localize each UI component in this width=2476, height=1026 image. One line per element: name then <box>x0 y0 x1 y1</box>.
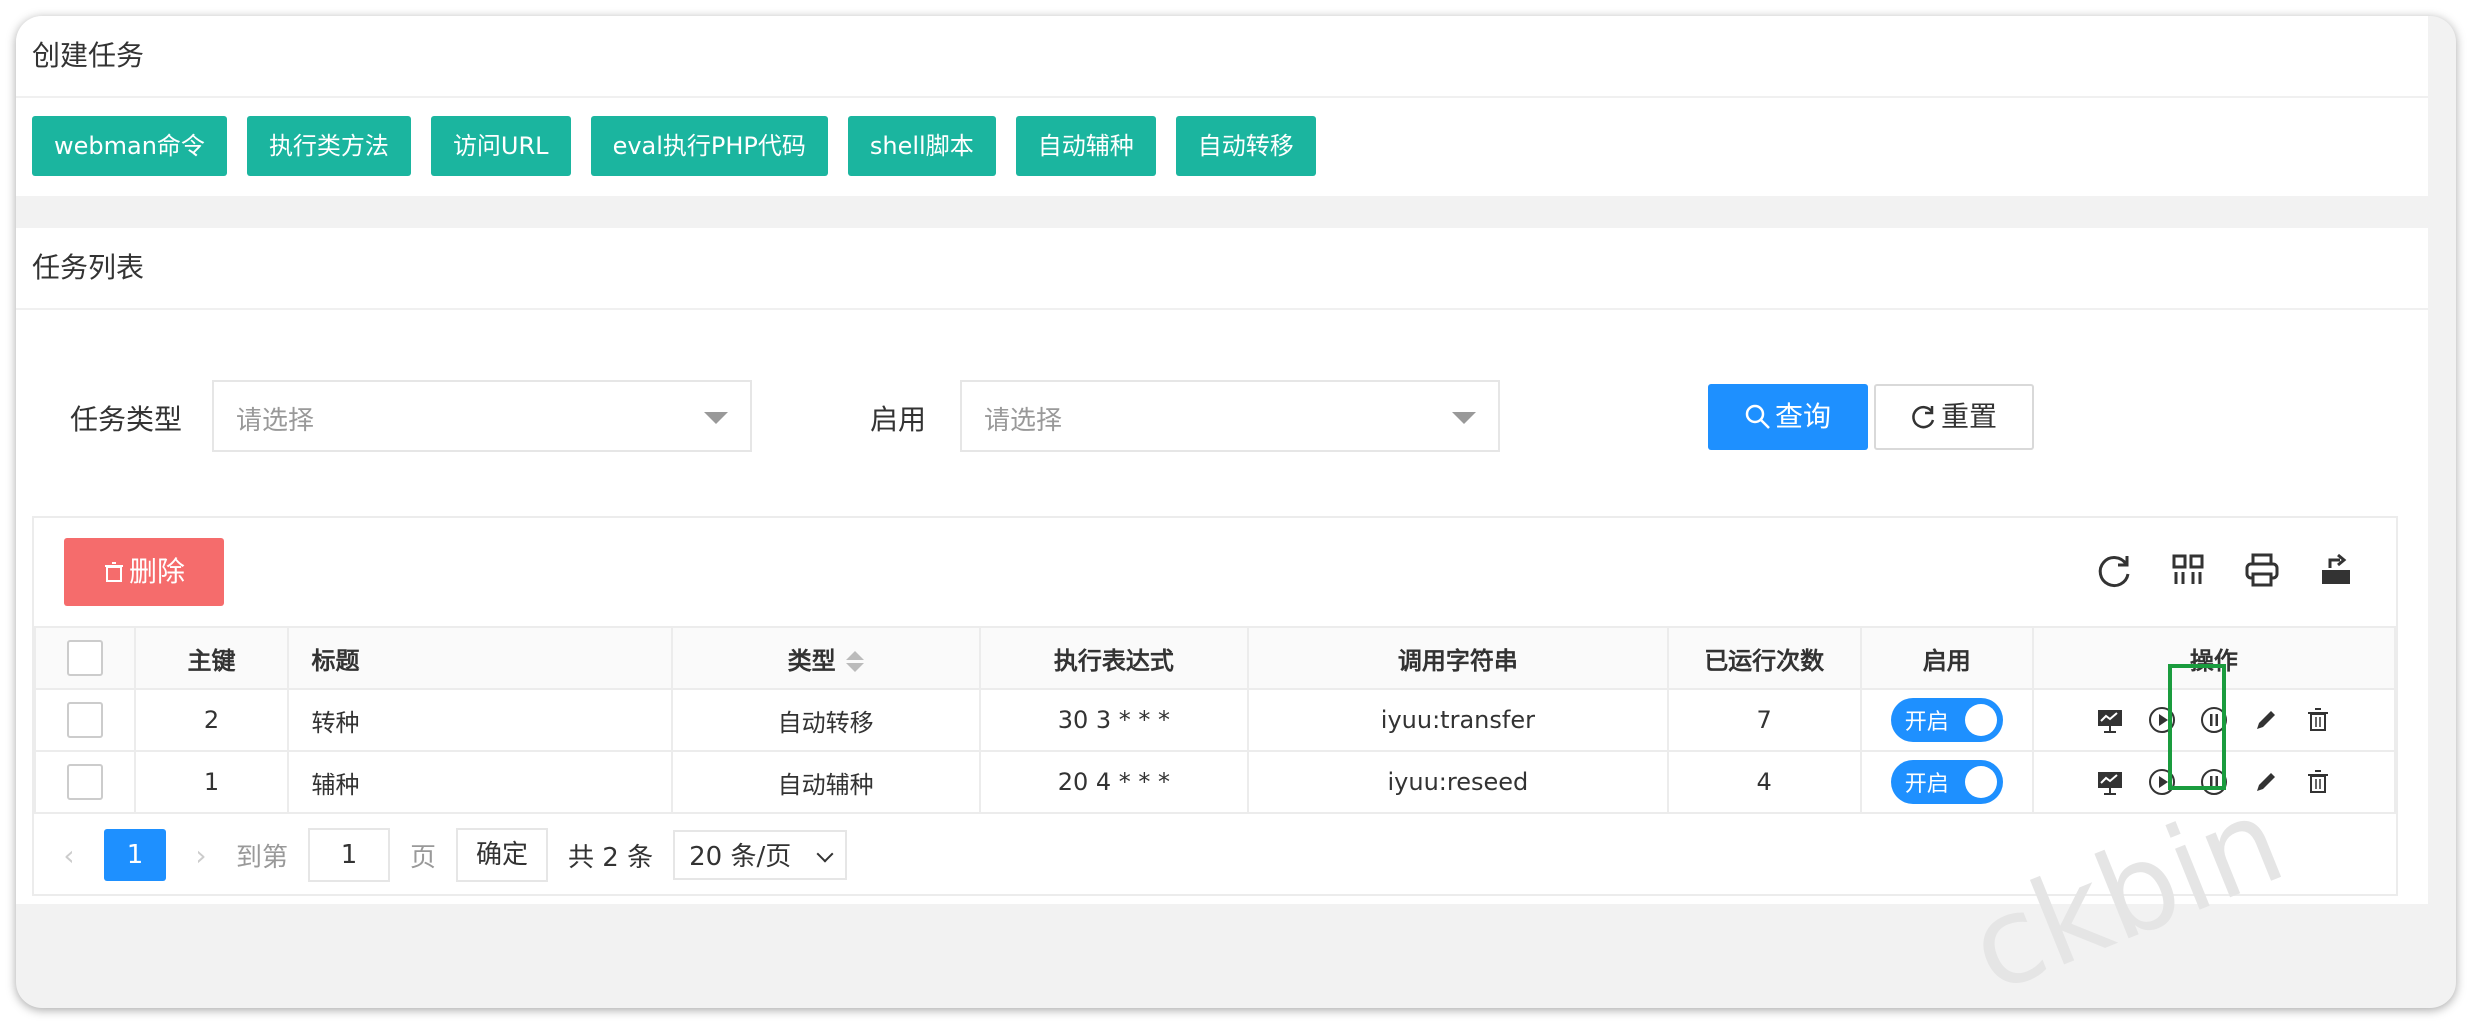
prev-page-icon[interactable]: ‹ <box>54 839 84 872</box>
row-call-string: iyuu:transfer <box>1247 688 1669 752</box>
page-label: 页 <box>410 842 437 873</box>
caret-down-icon <box>1452 412 1476 424</box>
refresh-icon[interactable] <box>2094 550 2134 590</box>
edit-icon[interactable] <box>2251 705 2281 735</box>
sort-icon[interactable] <box>845 651 864 672</box>
total-count: 共 2 条 <box>568 842 654 873</box>
row-run-count: 4 <box>1666 750 1862 814</box>
header-title: 标题 <box>287 626 673 690</box>
row-call-string: iyuu:reseed <box>1247 750 1669 814</box>
select-all-checkbox[interactable] <box>66 640 103 676</box>
row-type: 自动转移 <box>670 688 981 752</box>
task-type-label: 任务类型 <box>70 403 183 436</box>
task-type-placeholder: 请选择 <box>236 406 315 436</box>
table-toolbar <box>2094 550 2356 590</box>
switch-knob <box>1964 766 1997 798</box>
enable-select[interactable]: 请选择 <box>960 380 1500 452</box>
app-window: 创建任务 webman命令 执行类方法 访问URL eval执行PHP代码 sh… <box>16 16 2456 1008</box>
select-all-cell <box>34 626 136 690</box>
row-title: 辅种 <box>287 750 673 814</box>
export-icon[interactable] <box>2316 550 2356 590</box>
delete-icon[interactable] <box>2303 705 2333 735</box>
header-call-string: 调用字符串 <box>1247 626 1669 690</box>
page-size-select[interactable]: 20 条/页 <box>673 830 848 880</box>
monitor-icon[interactable] <box>2095 705 2125 735</box>
create-auto-transfer-button[interactable]: 自动转移 <box>1175 116 1316 176</box>
table-row: 2 转种 自动转移 30 3 * * * iyuu:transfer 7 开启 <box>34 688 2397 752</box>
reset-label: 重置 <box>1940 400 1997 433</box>
row-select-cell <box>34 688 136 752</box>
task-list-card: 任务列表 任务类型 请选择 启用 请选择 查询 重置 删除 主键 标题 类型 执… <box>16 228 2428 904</box>
delete-icon[interactable] <box>2303 767 2333 797</box>
switch-label: 开启 <box>1904 772 1949 797</box>
enabled-switch[interactable]: 开启 <box>1890 698 2003 742</box>
goto-confirm-button[interactable]: 确定 <box>456 828 549 882</box>
enabled-switch[interactable]: 开启 <box>1890 760 2003 804</box>
create-auto-reseed-button[interactable]: 自动辅种 <box>1015 116 1156 176</box>
header-type[interactable]: 类型 <box>670 626 981 690</box>
page-current[interactable]: 1 <box>104 829 166 881</box>
switch-knob <box>1964 704 1997 736</box>
refresh-icon <box>1912 405 1935 429</box>
goto-label: 到第 <box>236 842 289 873</box>
row-run-count: 7 <box>1666 688 1862 752</box>
header-type-label: 类型 <box>787 646 836 675</box>
enable-label: 启用 <box>870 403 927 436</box>
trash-icon <box>104 562 123 582</box>
search-icon <box>1745 404 1770 429</box>
goto-page-input[interactable]: 1 <box>308 828 391 882</box>
row-enabled-cell: 开启 <box>1859 688 2034 752</box>
row-checkbox[interactable] <box>66 702 103 738</box>
create-task-card: 创建任务 webman命令 执行类方法 访问URL eval执行PHP代码 sh… <box>16 16 2428 196</box>
task-table: 主键 标题 类型 执行表达式 调用字符串 已运行次数 启用 操作 2 转种 自动… <box>34 626 2397 814</box>
row-select-cell <box>34 750 136 814</box>
enable-placeholder: 请选择 <box>984 406 1063 436</box>
row-title: 转种 <box>287 688 673 752</box>
create-class-method-button[interactable]: 执行类方法 <box>246 116 411 176</box>
delete-label: 删除 <box>128 555 185 588</box>
play-column-highlight <box>2168 664 2226 790</box>
row-id: 1 <box>133 750 290 814</box>
table-header-row: 主键 标题 类型 执行表达式 调用字符串 已运行次数 启用 操作 <box>34 626 2397 690</box>
header-id: 主键 <box>133 626 290 690</box>
header-enabled: 启用 <box>1859 626 2034 690</box>
create-webman-command-button[interactable]: webman命令 <box>32 116 227 176</box>
row-expression: 20 4 * * * <box>978 750 1250 814</box>
task-table-panel: 删除 主键 标题 类型 执行表达式 调用字符串 已运行次数 启用 操作 2 转种… <box>32 516 2398 896</box>
header-expression: 执行表达式 <box>978 626 1250 690</box>
query-label: 查询 <box>1774 400 1831 433</box>
edit-icon[interactable] <box>2251 767 2281 797</box>
row-checkbox[interactable] <box>66 764 103 800</box>
print-icon[interactable] <box>2242 550 2282 590</box>
row-type: 自动辅种 <box>670 750 981 814</box>
create-task-title: 创建任务 <box>16 16 2428 98</box>
next-page-icon[interactable]: › <box>186 839 216 872</box>
delete-button[interactable]: 删除 <box>64 538 224 606</box>
header-run-count: 已运行次数 <box>1666 626 1862 690</box>
monitor-icon[interactable] <box>2095 767 2125 797</box>
row-enabled-cell: 开启 <box>1859 750 2034 814</box>
task-list-title: 任务列表 <box>16 228 2428 310</box>
create-eval-php-button[interactable]: eval执行PHP代码 <box>590 116 828 176</box>
columns-icon[interactable] <box>2168 550 2208 590</box>
switch-label: 开启 <box>1904 710 1949 735</box>
query-button[interactable]: 查询 <box>1708 384 1868 450</box>
pagination: ‹ 1 › 到第 1 页 确定 共 2 条 20 条/页 <box>54 828 848 882</box>
create-shell-script-button[interactable]: shell脚本 <box>847 116 996 176</box>
table-row: 1 辅种 自动辅种 20 4 * * * iyuu:reseed 4 开启 <box>34 750 2397 814</box>
create-task-buttons: webman命令 执行类方法 访问URL eval执行PHP代码 shell脚本… <box>32 116 1316 176</box>
task-type-select[interactable]: 请选择 <box>212 380 752 452</box>
caret-down-icon <box>704 412 728 424</box>
create-url-button[interactable]: 访问URL <box>430 116 571 176</box>
row-id: 2 <box>133 688 290 752</box>
row-expression: 30 3 * * * <box>978 688 1250 752</box>
reset-button[interactable]: 重置 <box>1874 384 2034 450</box>
